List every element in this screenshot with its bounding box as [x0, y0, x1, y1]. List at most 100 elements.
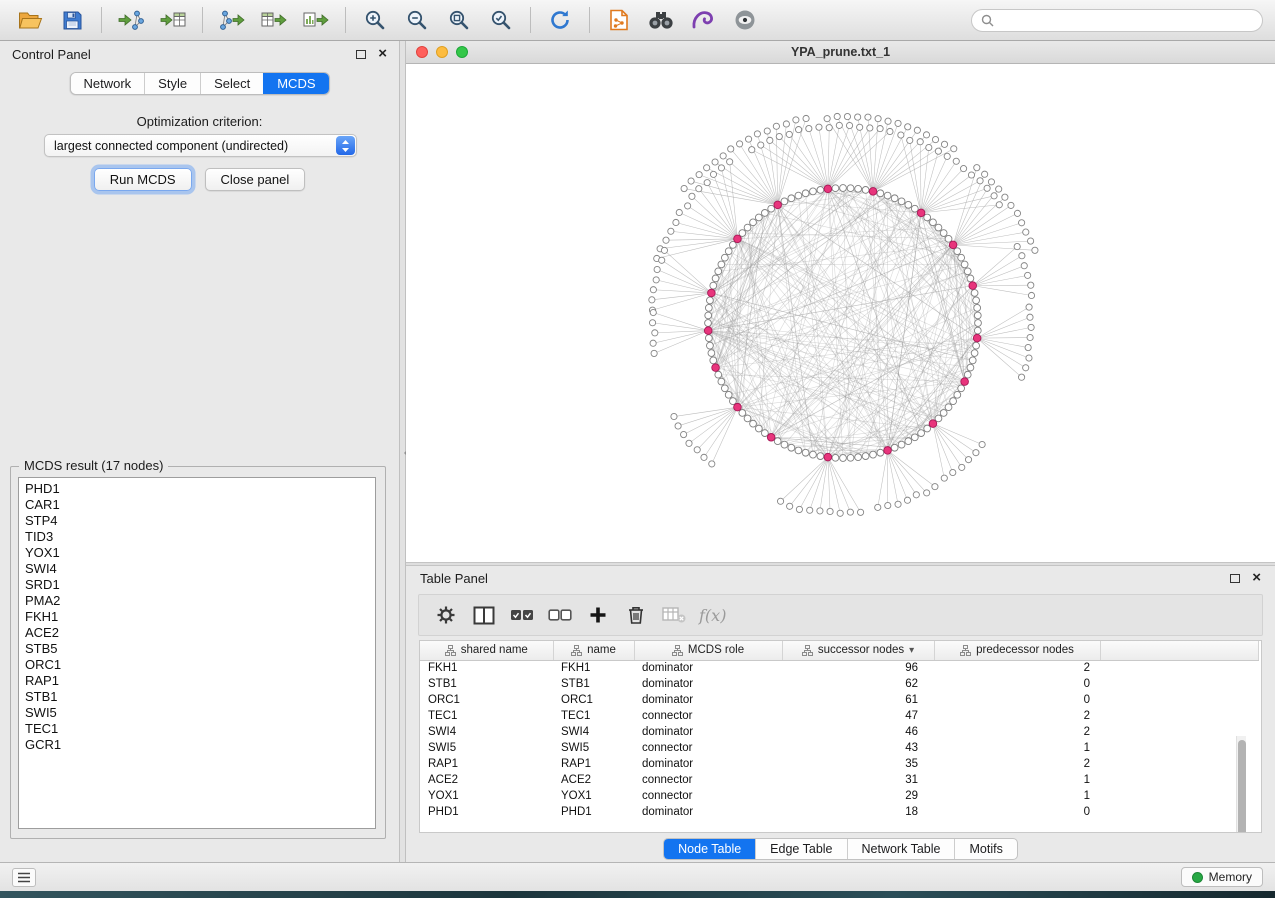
- table-cell[interactable]: 2: [934, 660, 1100, 676]
- zoom-fit-button[interactable]: [441, 3, 477, 37]
- function-builder-button[interactable]: f(x): [695, 606, 726, 625]
- column-header-predecessor-nodes[interactable]: predecessor nodes: [934, 641, 1100, 660]
- scrollbar-thumb[interactable]: [1238, 740, 1246, 833]
- close-table-panel-icon[interactable]: [1252, 573, 1261, 583]
- delete-columns-button[interactable]: [619, 599, 653, 631]
- table-cell[interactable]: PHD1: [553, 804, 634, 820]
- table-row[interactable]: ACE2ACE2connector311: [420, 772, 1258, 788]
- table-row[interactable]: SWI5SWI5connector431: [420, 740, 1258, 756]
- column-header-shared-name[interactable]: shared name: [420, 641, 553, 660]
- table-cell[interactable]: connector: [634, 740, 782, 756]
- table-cell[interactable]: 0: [934, 804, 1100, 820]
- search-field[interactable]: [1000, 13, 1253, 27]
- clone-network-button[interactable]: [601, 3, 637, 37]
- refresh-view-button[interactable]: [542, 3, 578, 37]
- tab-motifs[interactable]: Motifs: [954, 839, 1016, 859]
- table-cell[interactable]: ORC1: [420, 692, 553, 708]
- table-cell[interactable]: connector: [634, 788, 782, 804]
- show-graphics-details-button[interactable]: [727, 3, 763, 37]
- mcds-result-item[interactable]: ORC1: [19, 657, 375, 673]
- table-cell[interactable]: dominator: [634, 724, 782, 740]
- mcds-result-item[interactable]: STB5: [19, 641, 375, 657]
- close-window-button[interactable]: [416, 46, 428, 58]
- table-row[interactable]: PHD1PHD1dominator180: [420, 804, 1258, 820]
- table-cell[interactable]: 31: [782, 772, 934, 788]
- table-row[interactable]: SWI4SWI4dominator462: [420, 724, 1258, 740]
- network-titlebar[interactable]: YPA_prune.txt_1: [406, 41, 1275, 64]
- table-cell[interactable]: STB1: [553, 676, 634, 692]
- import-table-button[interactable]: [155, 3, 191, 37]
- first-neighbors-button[interactable]: [643, 3, 679, 37]
- table-cell[interactable]: 18: [782, 804, 934, 820]
- export-table-button[interactable]: [256, 3, 292, 37]
- save-session-button[interactable]: [54, 3, 90, 37]
- show-hide-columns-button[interactable]: [467, 599, 501, 631]
- mcds-result-item[interactable]: STP4: [19, 513, 375, 529]
- close-panel-icon[interactable]: [378, 49, 387, 59]
- table-cell[interactable]: 46: [782, 724, 934, 740]
- table-cell[interactable]: 2: [934, 724, 1100, 740]
- run-mcds-button[interactable]: Run MCDS: [94, 168, 192, 191]
- zoom-out-button[interactable]: [399, 3, 435, 37]
- table-mode-button[interactable]: [429, 599, 463, 631]
- table-cell[interactable]: RAP1: [553, 756, 634, 772]
- deselect-all-rows-button[interactable]: [543, 599, 577, 631]
- table-cell[interactable]: TEC1: [553, 708, 634, 724]
- zoom-selected-button[interactable]: [483, 3, 519, 37]
- tab-network-table[interactable]: Network Table: [847, 839, 955, 859]
- table-cell[interactable]: STB1: [420, 676, 553, 692]
- tab-select[interactable]: Select: [200, 73, 263, 94]
- apply-layout-button[interactable]: [685, 3, 721, 37]
- float-panel-icon[interactable]: [356, 50, 366, 59]
- open-session-button[interactable]: [12, 3, 48, 37]
- table-cell[interactable]: SWI5: [553, 740, 634, 756]
- criterion-select[interactable]: largest connected component (undirected): [44, 134, 357, 157]
- table-cell[interactable]: connector: [634, 708, 782, 724]
- table-cell[interactable]: 61: [782, 692, 934, 708]
- mcds-result-item[interactable]: SWI5: [19, 705, 375, 721]
- panel-split-divider[interactable]: [399, 41, 406, 862]
- table-row[interactable]: RAP1RAP1dominator352: [420, 756, 1258, 772]
- show-panels-button[interactable]: [12, 868, 36, 887]
- zoom-in-button[interactable]: [357, 3, 393, 37]
- mcds-result-item[interactable]: FKH1: [19, 609, 375, 625]
- table-cell[interactable]: ACE2: [420, 772, 553, 788]
- float-table-panel-icon[interactable]: [1230, 574, 1240, 583]
- mcds-result-item[interactable]: PHD1: [19, 481, 375, 497]
- tab-edge-table[interactable]: Edge Table: [755, 839, 846, 859]
- mcds-result-item[interactable]: TID3: [19, 529, 375, 545]
- network-graph[interactable]: [406, 64, 1275, 562]
- table-cell[interactable]: 0: [934, 676, 1100, 692]
- table-cell[interactable]: 2: [934, 756, 1100, 772]
- search-input[interactable]: [971, 9, 1263, 32]
- table-cell[interactable]: dominator: [634, 692, 782, 708]
- column-header-mcds-role[interactable]: MCDS role: [634, 641, 782, 660]
- table-cell[interactable]: dominator: [634, 676, 782, 692]
- tab-mcds[interactable]: MCDS: [263, 73, 328, 94]
- close-mcds-panel-button[interactable]: Close panel: [205, 168, 306, 191]
- table-cell[interactable]: SWI5: [420, 740, 553, 756]
- table-cell[interactable]: 1: [934, 772, 1100, 788]
- table-cell[interactable]: YOX1: [553, 788, 634, 804]
- table-cell[interactable]: 43: [782, 740, 934, 756]
- table-cell[interactable]: SWI4: [420, 724, 553, 740]
- table-row[interactable]: FKH1FKH1dominator962: [420, 660, 1258, 676]
- table-cell[interactable]: 96: [782, 660, 934, 676]
- network-canvas[interactable]: [406, 64, 1275, 562]
- mcds-result-item[interactable]: PMA2: [19, 593, 375, 609]
- table-row[interactable]: TEC1TEC1connector472: [420, 708, 1258, 724]
- table-cell[interactable]: ORC1: [553, 692, 634, 708]
- table-cell[interactable]: SWI4: [553, 724, 634, 740]
- mcds-result-item[interactable]: YOX1: [19, 545, 375, 561]
- table-cell[interactable]: dominator: [634, 804, 782, 820]
- mcds-result-item[interactable]: RAP1: [19, 673, 375, 689]
- table-cell[interactable]: FKH1: [553, 660, 634, 676]
- table-cell[interactable]: 1: [934, 740, 1100, 756]
- table-cell[interactable]: 29: [782, 788, 934, 804]
- column-header-name[interactable]: name: [553, 641, 634, 660]
- table-cell[interactable]: dominator: [634, 756, 782, 772]
- mcds-result-item[interactable]: ACE2: [19, 625, 375, 641]
- table-cell[interactable]: 47: [782, 708, 934, 724]
- table-cell[interactable]: 62: [782, 676, 934, 692]
- export-image-button[interactable]: [298, 3, 334, 37]
